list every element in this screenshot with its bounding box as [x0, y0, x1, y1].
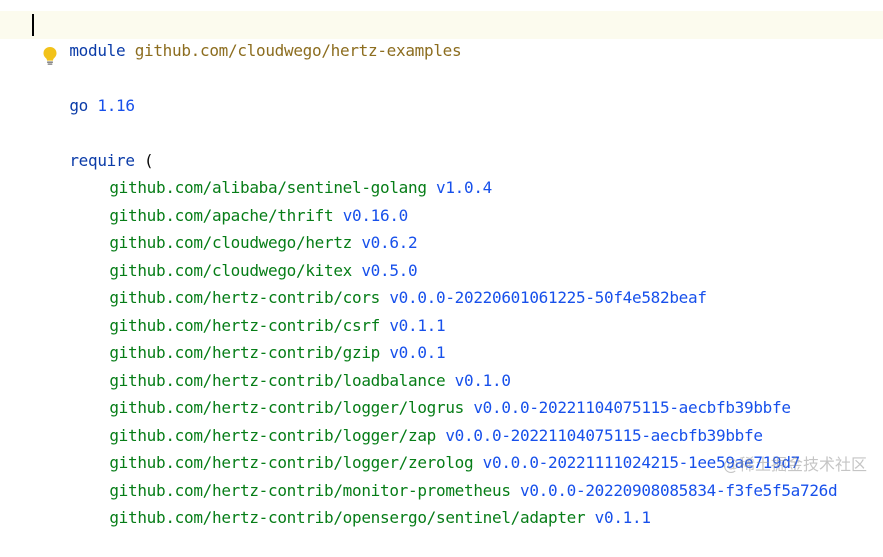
require-entry[interactable]: github.com/hertz-contrib/logger/logrus v… — [72, 369, 791, 417]
watermark: @稀土掘金技术社区 — [722, 455, 867, 474]
require-entry[interactable]: github.com/hertz-contrib/logger/zerolog … — [72, 424, 800, 472]
go-version-line[interactable]: go 1.16 — [32, 67, 135, 115]
require-entry[interactable]: github.com/cloudwego/kitex v0.5.0 — [72, 232, 417, 280]
require-entry[interactable]: github.com/hertz-contrib/cors v0.0.0-202… — [72, 259, 707, 307]
dependency-version: v0.1.1 — [594, 508, 651, 527]
require-line[interactable]: require ( — [32, 122, 153, 170]
require-entry[interactable]: github.com/hertz-contrib/csrf v0.1.1 — [72, 287, 445, 335]
require-entry[interactable]: github.com/cloudwego/hertz v0.6.2 — [72, 204, 417, 252]
go-version: 1.16 — [97, 96, 135, 115]
require-entry[interactable]: github.com/hertz-contrib/opensergo/senti… — [72, 479, 651, 527]
require-entry[interactable]: github.com/hertz-contrib/gzip v0.0.1 — [72, 314, 445, 362]
module-line[interactable]: module github.com/cloudwego/hertz-exampl… — [32, 12, 461, 60]
code-editor[interactable]: module github.com/cloudwego/hertz-exampl… — [0, 0, 883, 527]
require-entry[interactable]: github.com/hertz-contrib/loadbalance v0.… — [72, 342, 511, 390]
dependency-version: v1.0.4 — [436, 178, 493, 197]
module-path: github.com/cloudwego/hertz-examples — [134, 41, 462, 60]
require-entry[interactable]: github.com/hertz-contrib/logger/zap v0.0… — [72, 397, 763, 445]
require-entry[interactable]: github.com/alibaba/sentinel-golang v1.0.… — [72, 149, 492, 197]
text-caret — [32, 14, 34, 36]
lightbulb-icon[interactable] — [42, 46, 58, 66]
module-keyword: module — [69, 41, 126, 60]
require-entry[interactable]: github.com/apache/thrift v0.16.0 — [72, 177, 408, 225]
go-keyword: go — [69, 96, 89, 115]
dependency-path: github.com/hertz-contrib/opensergo/senti… — [109, 508, 586, 527]
